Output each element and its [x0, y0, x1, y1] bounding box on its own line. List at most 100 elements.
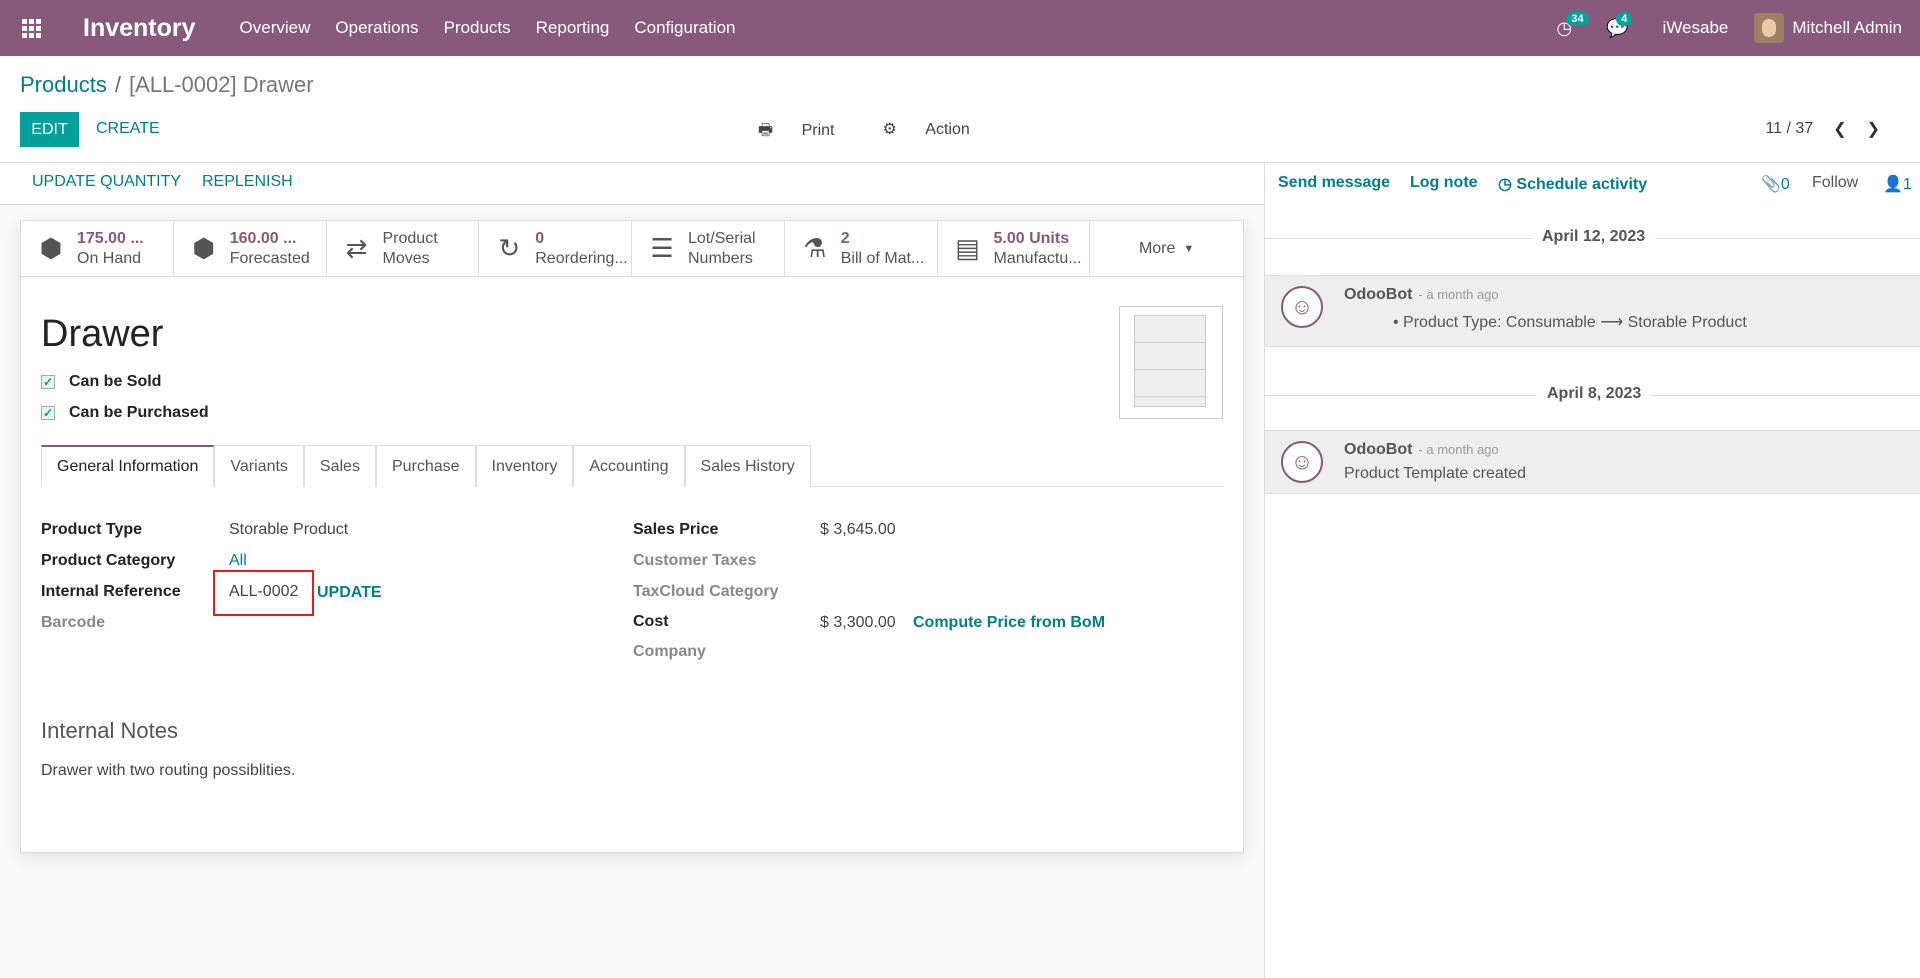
edit-button[interactable]: EDIT	[20, 112, 79, 147]
reordering-value: 0	[535, 229, 545, 247]
checkbox-icon: ✓	[41, 406, 55, 420]
odoobot-avatar: ☺	[1281, 441, 1323, 483]
chevron-right-icon[interactable]: ❯	[1867, 119, 1880, 139]
send-message-button[interactable]: Send message	[1278, 174, 1390, 192]
menu-configuration[interactable]: Configuration	[634, 18, 735, 38]
breadcrumb-separator: /	[114, 72, 121, 97]
product-category-link[interactable]: All	[229, 552, 247, 570]
bom-value: 2	[840, 229, 850, 247]
menu-overview[interactable]: Overview	[240, 18, 311, 38]
followers-button[interactable]: 👤1	[1883, 174, 1912, 194]
tab-sales-history[interactable]: Sales History	[684, 445, 811, 487]
lot-serial-label: Numbers	[688, 249, 753, 267]
menu-reporting[interactable]: Reporting	[536, 18, 610, 38]
chatter: Send message Log note ◷ Schedule activit…	[1264, 163, 1920, 978]
on-hand-button[interactable]: ⬢ 175.00 ... On Hand	[21, 221, 174, 276]
update-quantity-button[interactable]: UPDATE QUANTITY	[32, 173, 181, 191]
can-be-purchased-checkbox[interactable]: ✓ Can be Purchased	[41, 404, 209, 422]
lot-serial-button[interactable]: ☰ Lot/Serial Numbers	[632, 221, 785, 276]
more-label: More	[1138, 239, 1176, 257]
reordering-button[interactable]: ↻ 0 Reordering...	[479, 221, 632, 276]
manufactured-label: Manufactu...	[993, 249, 1082, 267]
caret-down-icon: ▼	[1183, 242, 1195, 255]
sales-price-field[interactable]: $ 3,645.00	[820, 521, 896, 539]
breadcrumb-products[interactable]: Products	[20, 72, 107, 97]
log-note-button[interactable]: Log note	[1410, 174, 1478, 192]
flask-icon: ⚗	[803, 233, 827, 263]
message-author: OdooBot - a month ago	[1344, 286, 1499, 304]
tab-variants[interactable]: Variants	[214, 445, 304, 487]
product-category-label: Product Category	[41, 552, 176, 569]
manufactured-button[interactable]: ▤ 5.00 Units Manufactu...	[938, 221, 1091, 276]
followers-count: 1	[1902, 176, 1912, 193]
manufactured-value: 5.00 Units	[993, 229, 1070, 247]
form-statusbar: UPDATE QUANTITY REPLENISH	[0, 163, 1264, 205]
more-button[interactable]: More ▼	[1090, 221, 1243, 276]
attachments-count: 0	[1780, 176, 1790, 193]
schedule-activity-button[interactable]: ◷ Schedule activity	[1498, 174, 1647, 194]
main-menu: Overview Operations Products Reporting C…	[240, 18, 761, 38]
tab-accounting[interactable]: Accounting	[573, 445, 685, 487]
date-label: April 12, 2023	[1532, 228, 1656, 246]
date-label: April 8, 2023	[1537, 385, 1652, 403]
product-image[interactable]	[1119, 306, 1223, 419]
follow-button[interactable]: Follow	[1812, 174, 1858, 192]
user-icon: 👤	[1883, 176, 1903, 193]
messages-icon[interactable]: 💬 4	[1606, 11, 1633, 39]
forecasted-label: Forecasted	[229, 249, 310, 267]
odoobot-avatar: ☺	[1281, 286, 1323, 328]
drawer-image	[1134, 315, 1206, 407]
messages-badge: 4	[1616, 11, 1633, 26]
create-button[interactable]: CREATE	[96, 120, 160, 138]
action-menus: 🖶 Print ⚙ Action	[758, 119, 1018, 146]
forecasted-button[interactable]: ⬢ 160.00 ... Forecasted	[174, 221, 327, 276]
attachments-button[interactable]: 📎0	[1761, 174, 1790, 194]
internal-notes-field[interactable]: Drawer with two routing possiblities.	[41, 762, 295, 780]
control-panel: Products / [ALL-0002] Drawer EDIT CREATE 🖶…	[0, 56, 1920, 163]
action-menu[interactable]: ⚙ Action	[882, 119, 993, 146]
compute-price-from-bom-button[interactable]: Compute Price from BoM	[913, 614, 1105, 632]
can-be-sold-checkbox[interactable]: ✓ Can be Sold	[41, 373, 161, 391]
exchange-icon: ⇄	[345, 233, 368, 263]
update-reference-button[interactable]: UPDATE	[317, 584, 382, 602]
cost-field[interactable]: $ 3,300.00	[820, 614, 896, 632]
bom-button[interactable]: ⚗ 2 Bill of Mat...	[785, 221, 938, 276]
pager-value[interactable]: 11 / 37	[1765, 120, 1813, 138]
user-menu[interactable]: Mitchell Admin	[1792, 18, 1902, 38]
message-time: - a month ago	[1418, 287, 1499, 302]
product-type-label: Product Type	[41, 521, 143, 538]
author-name[interactable]: OdooBot	[1344, 441, 1412, 458]
message-author: OdooBot - a month ago	[1344, 441, 1499, 459]
print-icon: 🖶	[758, 122, 778, 139]
tab-purchase[interactable]: Purchase	[375, 445, 476, 487]
refresh-icon: ↻	[498, 233, 521, 263]
author-name[interactable]: OdooBot	[1344, 286, 1412, 303]
tab-inventory[interactable]: Inventory	[475, 445, 574, 487]
product-name[interactable]: Drawer	[41, 313, 163, 356]
chevron-left-icon[interactable]: ❮	[1833, 119, 1846, 139]
breadcrumb-current: [ALL-0002] Drawer	[128, 72, 314, 97]
company-switcher[interactable]: iWesabe	[1663, 18, 1729, 38]
print-label: Print	[801, 122, 835, 139]
product-moves-label: Moves	[382, 249, 430, 267]
menu-operations[interactable]: Operations	[335, 18, 418, 38]
apps-menu-icon[interactable]	[0, 0, 62, 56]
forecasted-value: 160.00 ...	[229, 229, 297, 247]
highlight-box	[213, 570, 314, 616]
tracking-value: Product Type: Consumable ⟶ Storable Prod…	[1403, 314, 1747, 331]
top-navbar: Inventory Overview Operations Products R…	[0, 0, 1920, 56]
cubes-icon: ⬢	[39, 233, 63, 263]
activity-clock-icon[interactable]: ◷ 34	[1556, 11, 1589, 39]
notebook-tabs: General Information Variants Sales Purch…	[41, 445, 1224, 487]
product-moves-button[interactable]: ⇄ Product Moves	[327, 221, 480, 276]
replenish-button[interactable]: REPLENISH	[202, 173, 293, 191]
menu-products[interactable]: Products	[444, 18, 511, 38]
app-name[interactable]: Inventory	[83, 14, 196, 43]
product-type-field[interactable]: Storable Product	[229, 521, 348, 539]
print-menu[interactable]: 🖶 Print	[758, 119, 858, 146]
avatar[interactable]	[1754, 13, 1785, 43]
message-body: Product Template created	[1344, 465, 1527, 482]
tab-general-information[interactable]: General Information	[41, 445, 215, 487]
tab-sales[interactable]: Sales	[303, 445, 376, 487]
customer-taxes-label: Customer Taxes	[633, 552, 757, 569]
